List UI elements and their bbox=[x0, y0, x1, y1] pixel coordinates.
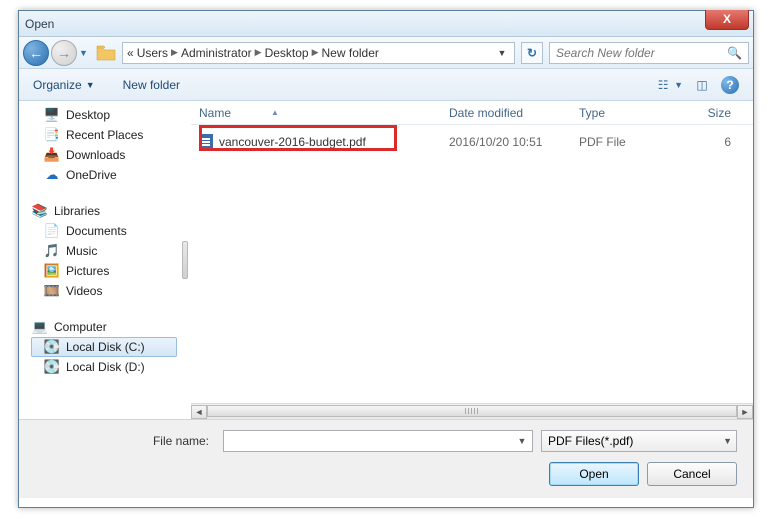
tree-item-libraries[interactable]: 📚Libraries bbox=[31, 201, 177, 221]
recent-icon: 📑 bbox=[44, 127, 60, 143]
sort-indicator-icon: ▲ bbox=[271, 108, 279, 117]
titlebar[interactable]: Open X bbox=[19, 11, 753, 37]
column-header-date[interactable]: Date modified bbox=[441, 106, 571, 120]
chevron-down-icon: ▼ bbox=[86, 80, 95, 90]
search-icon[interactable]: 🔍 bbox=[727, 46, 742, 60]
refresh-button[interactable]: ↻ bbox=[521, 42, 543, 64]
computer-icon: 💻 bbox=[32, 319, 48, 335]
breadcrumb-item[interactable]: Administrator bbox=[181, 46, 252, 60]
scroll-thumb[interactable] bbox=[207, 405, 737, 417]
help-button[interactable]: ? bbox=[721, 76, 739, 94]
view-mode-button[interactable]: ☷ ▼ bbox=[654, 76, 683, 94]
back-button[interactable]: ← bbox=[23, 40, 49, 66]
file-date: 2016/10/20 10:51 bbox=[441, 135, 571, 149]
nav-bar: ← → ▼ « Users▶ Administrator▶ Desktop▶ N… bbox=[19, 37, 753, 69]
cancel-button[interactable]: Cancel bbox=[647, 462, 737, 486]
tree-item-onedrive[interactable]: ☁OneDrive bbox=[31, 165, 177, 185]
file-type-filter[interactable]: PDF Files(*.pdf) ▼ bbox=[541, 430, 737, 452]
disk-icon: 💽 bbox=[44, 339, 60, 355]
breadcrumb-item[interactable]: Users bbox=[137, 46, 168, 60]
search-input[interactable] bbox=[556, 46, 727, 60]
column-headers: Name▲ Date modified Type Size bbox=[191, 101, 753, 125]
search-box[interactable]: 🔍 bbox=[549, 42, 749, 64]
file-type: PDF File bbox=[571, 135, 671, 149]
tree-item-pictures[interactable]: 🖼️Pictures bbox=[31, 261, 177, 281]
breadcrumb-dropdown[interactable]: ▼ bbox=[494, 48, 510, 58]
open-button[interactable]: Open bbox=[549, 462, 639, 486]
horizontal-scrollbar[interactable]: ◄ ► bbox=[191, 403, 753, 419]
splitter[interactable] bbox=[179, 101, 191, 419]
toolbar: Organize ▼ New folder ☷ ▼ ◫ ? bbox=[19, 69, 753, 101]
chevron-down-icon: ▼ bbox=[723, 436, 732, 446]
view-icon: ☷ bbox=[654, 76, 672, 94]
organize-menu[interactable]: Organize ▼ bbox=[33, 78, 95, 92]
column-header-name[interactable]: Name▲ bbox=[191, 106, 441, 120]
filename-input[interactable]: ▼ bbox=[223, 430, 533, 452]
breadcrumb-item[interactable]: Desktop bbox=[265, 46, 309, 60]
file-list: Name▲ Date modified Type Size vancouver-… bbox=[191, 101, 753, 419]
scroll-left-button[interactable]: ◄ bbox=[191, 405, 207, 419]
disk-icon: 💽 bbox=[44, 359, 60, 375]
tree-item-computer[interactable]: 💻Computer bbox=[31, 317, 177, 337]
pdf-file-icon bbox=[199, 134, 213, 150]
column-header-size[interactable]: Size bbox=[671, 106, 753, 120]
nav-tree[interactable]: 🖥️Desktop 📑Recent Places 📥Downloads ☁One… bbox=[19, 101, 179, 419]
open-dialog: Open X ← → ▼ « Users▶ Administrator▶ Des… bbox=[18, 10, 754, 508]
videos-icon: 🎞️ bbox=[44, 283, 60, 299]
nav-history-dropdown[interactable]: ▼ bbox=[79, 48, 90, 58]
tree-item-music[interactable]: 🎵Music bbox=[31, 241, 177, 261]
filename-dropdown[interactable]: ▼ bbox=[514, 433, 530, 449]
folder-icon bbox=[96, 44, 116, 62]
music-icon: 🎵 bbox=[44, 243, 60, 259]
close-button[interactable]: X bbox=[705, 10, 749, 30]
onedrive-icon: ☁ bbox=[44, 167, 60, 183]
forward-button[interactable]: → bbox=[51, 40, 77, 66]
body-area: 🖥️Desktop 📑Recent Places 📥Downloads ☁One… bbox=[19, 101, 753, 419]
window-title: Open bbox=[25, 17, 54, 31]
filename-label: File name: bbox=[35, 434, 215, 448]
tree-item-videos[interactable]: 🎞️Videos bbox=[31, 281, 177, 301]
tree-item-recent[interactable]: 📑Recent Places bbox=[31, 125, 177, 145]
tree-item-local-disk-c[interactable]: 💽Local Disk (C:) bbox=[31, 337, 177, 357]
breadcrumb-item[interactable]: New folder bbox=[322, 46, 379, 60]
bottom-panel: File name: ▼ PDF Files(*.pdf) ▼ Open Can… bbox=[19, 419, 753, 498]
tree-item-documents[interactable]: 📄Documents bbox=[31, 221, 177, 241]
documents-icon: 📄 bbox=[44, 223, 60, 239]
file-row[interactable]: vancouver-2016-budget.pdf 2016/10/20 10:… bbox=[191, 131, 753, 153]
scroll-track[interactable] bbox=[207, 405, 737, 419]
splitter-handle[interactable] bbox=[182, 241, 188, 279]
downloads-icon: 📥 bbox=[44, 147, 60, 163]
chevron-right-icon: ▶ bbox=[255, 47, 262, 58]
file-rows[interactable]: vancouver-2016-budget.pdf 2016/10/20 10:… bbox=[191, 125, 753, 403]
file-name: vancouver-2016-budget.pdf bbox=[219, 135, 366, 149]
tree-item-local-disk-d[interactable]: 💽Local Disk (D:) bbox=[31, 357, 177, 377]
chevron-right-icon: ▶ bbox=[171, 47, 178, 58]
tree-item-desktop[interactable]: 🖥️Desktop bbox=[31, 105, 177, 125]
new-folder-button[interactable]: New folder bbox=[123, 78, 180, 92]
column-header-type[interactable]: Type bbox=[571, 106, 671, 120]
chevron-down-icon[interactable]: ▼ bbox=[674, 80, 683, 90]
scroll-right-button[interactable]: ► bbox=[737, 405, 753, 419]
file-size: 6 bbox=[671, 135, 753, 149]
breadcrumb-overflow[interactable]: « bbox=[127, 46, 134, 60]
libraries-icon: 📚 bbox=[32, 203, 48, 219]
desktop-icon: 🖥️ bbox=[44, 107, 60, 123]
preview-pane-button[interactable]: ◫ bbox=[693, 76, 711, 94]
pictures-icon: 🖼️ bbox=[44, 263, 60, 279]
chevron-right-icon: ▶ bbox=[312, 47, 319, 58]
breadcrumb[interactable]: « Users▶ Administrator▶ Desktop▶ New fol… bbox=[122, 42, 515, 64]
tree-item-downloads[interactable]: 📥Downloads bbox=[31, 145, 177, 165]
